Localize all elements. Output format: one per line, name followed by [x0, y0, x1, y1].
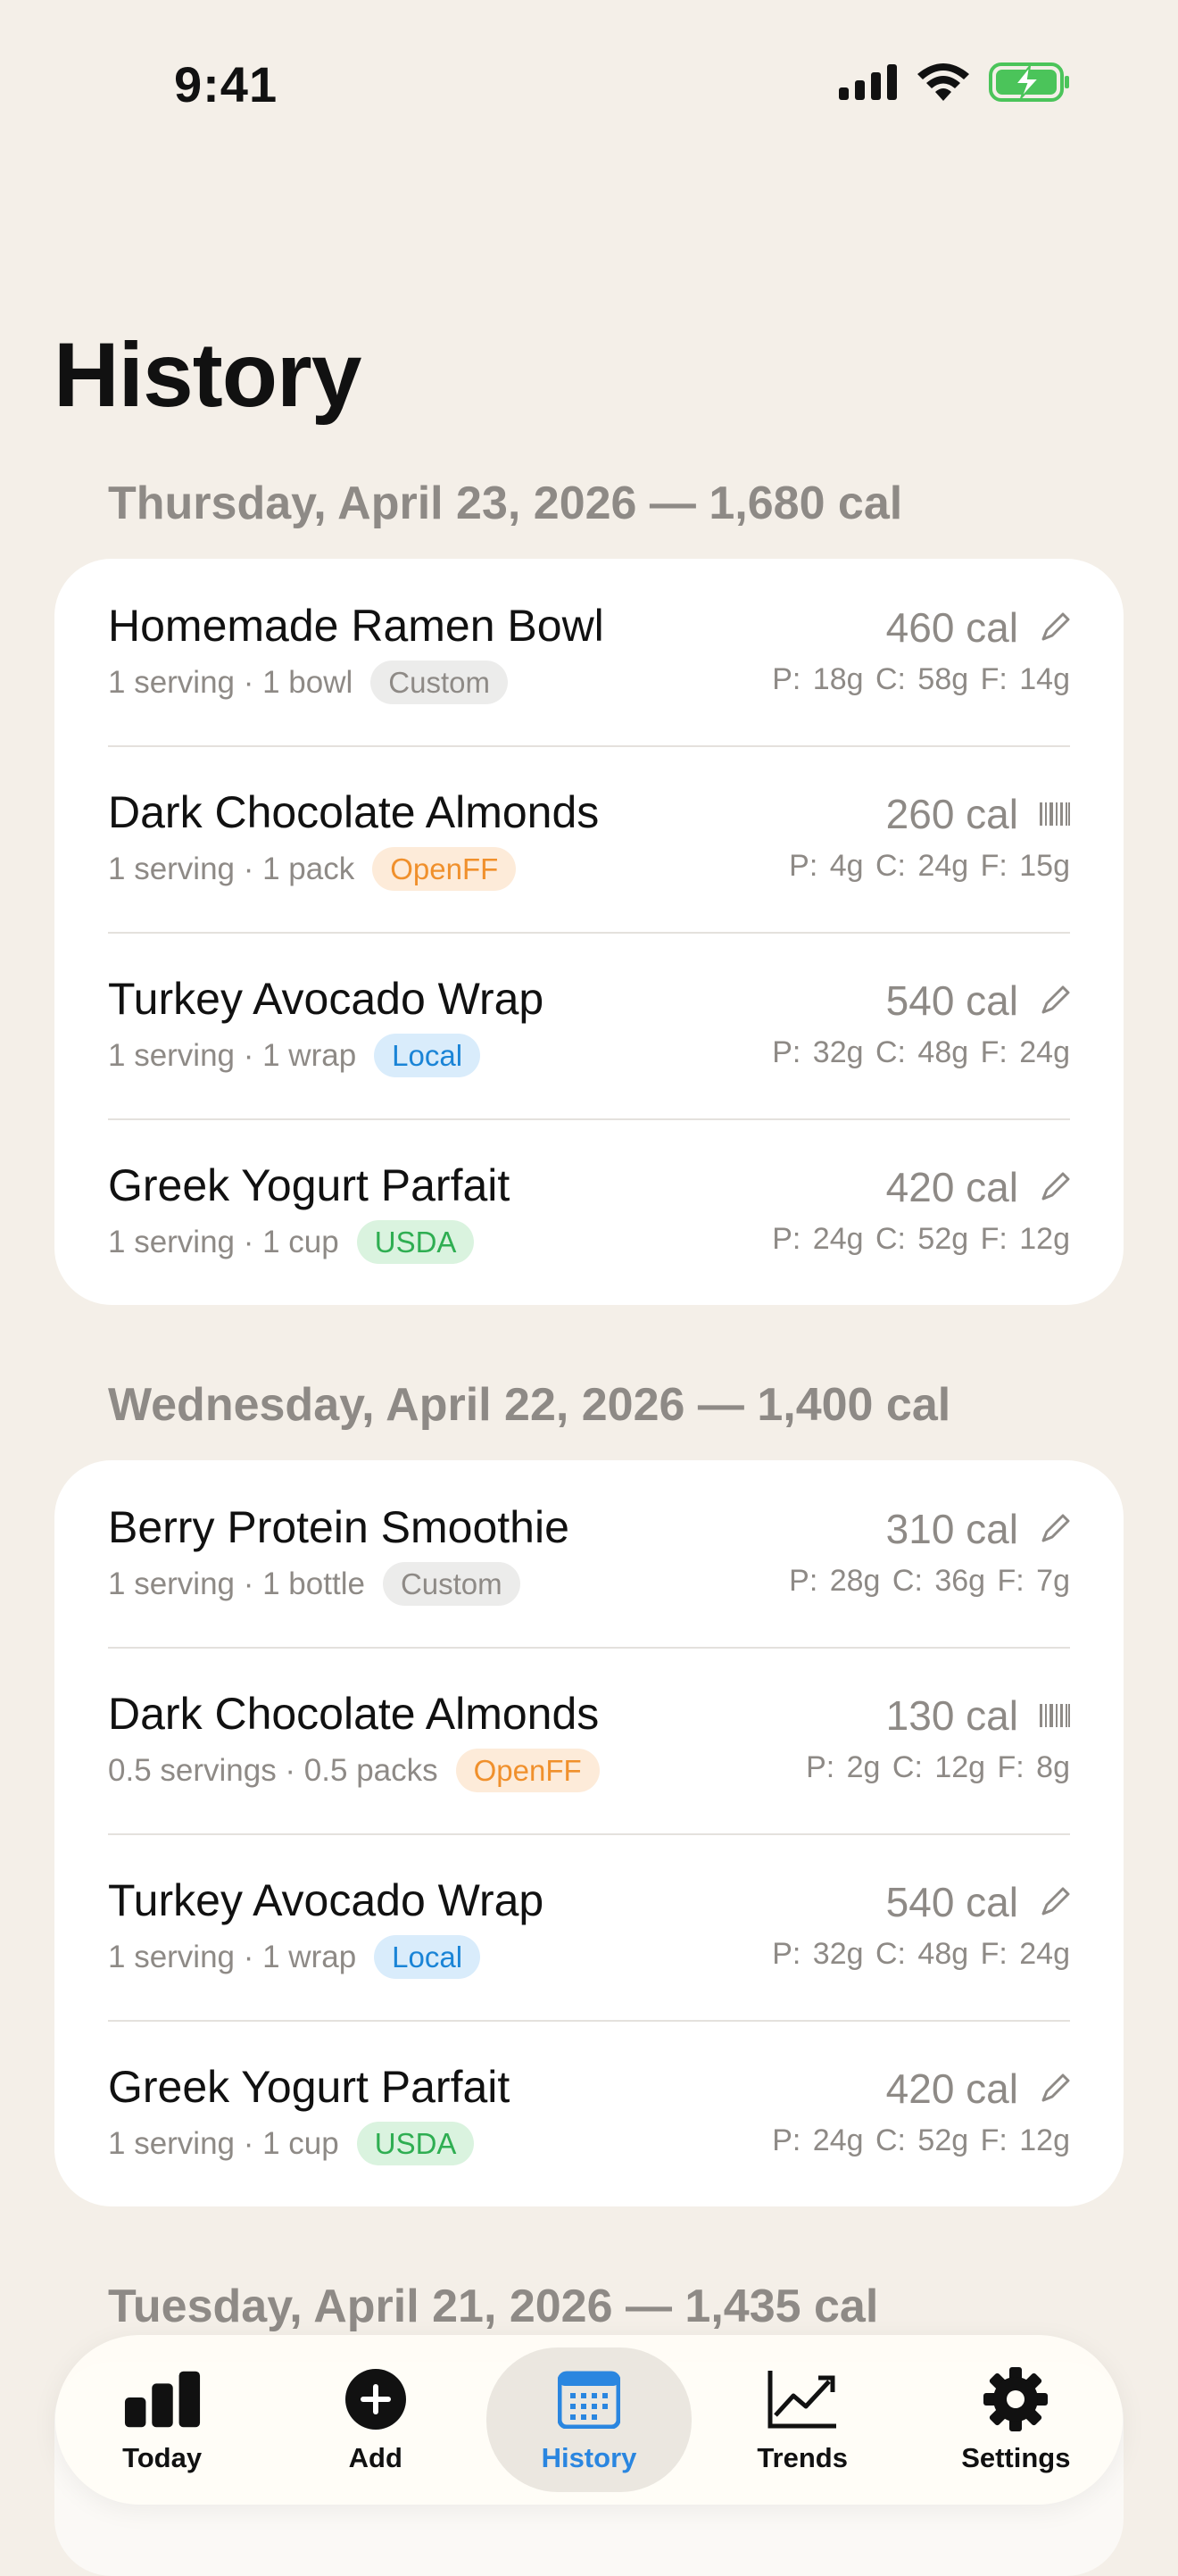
food-name: Greek Yogurt Parfait: [108, 2062, 510, 2112]
trend-line-icon: [763, 2365, 842, 2433]
source-badge: Local: [374, 1935, 481, 1979]
pencil-icon[interactable]: [1040, 1172, 1070, 1202]
status-time: 9:41: [174, 56, 278, 112]
status-icons: [839, 62, 1071, 102]
food-name: Greek Yogurt Parfait: [108, 1160, 510, 1210]
day-header: Wednesday, April 22, 2026 — 1,400 cal: [108, 1379, 951, 1431]
food-serving: 1 serving · 1 pack OpenFF: [108, 847, 517, 891]
food-entry-row[interactable]: Turkey Avocado Wrap 1 serving · 1 wrap L…: [54, 1833, 1124, 2020]
food-name: Turkey Avocado Wrap: [108, 1875, 544, 1925]
source-badge: Local: [374, 1034, 481, 1077]
food-entry-row[interactable]: Greek Yogurt Parfait 1 serving · 1 cup U…: [54, 1118, 1124, 1305]
tab-add[interactable]: Add: [273, 2347, 478, 2492]
food-entry-row[interactable]: Dark Chocolate Almonds 1 serving · 1 pac…: [54, 745, 1124, 932]
serving-text: 1 serving · 1 bottle: [108, 1566, 365, 1601]
calories: 420 cal: [885, 2065, 1018, 2112]
source-badge: Custom: [382, 1562, 520, 1606]
tab-label: Trends: [757, 2442, 848, 2473]
gear-icon: [976, 2365, 1055, 2433]
food-serving: 1 serving · 1 wrap Local: [108, 1034, 481, 1077]
cellular-signal-icon: [839, 64, 897, 100]
bar-chart-icon: [123, 2365, 202, 2433]
food-name: Dark Chocolate Almonds: [108, 1689, 600, 1739]
serving-text: 0.5 servings · 0.5 packs: [108, 1752, 438, 1788]
source-badge: Custom: [370, 661, 508, 704]
macros: P: 24g C: 52g F: 12g: [772, 1222, 1070, 1256]
pencil-icon[interactable]: [1040, 1514, 1070, 1544]
serving-text: 1 serving · 1 cup: [108, 1224, 339, 1259]
food-name: Dark Chocolate Almonds: [108, 787, 600, 837]
tab-label: Add: [348, 2442, 402, 2473]
food-entry-row[interactable]: Turkey Avocado Wrap 1 serving · 1 wrap L…: [54, 932, 1124, 1118]
plus-circle-icon: [336, 2365, 415, 2433]
macros: P: 32g C: 48g F: 24g: [772, 1937, 1070, 1971]
food-entry-row[interactable]: Dark Chocolate Almonds 0.5 servings · 0.…: [54, 1647, 1124, 1833]
food-serving: 0.5 servings · 0.5 packs OpenFF: [108, 1749, 600, 1792]
tab-label: Settings: [961, 2442, 1071, 2473]
serving-text: 1 serving · 1 pack: [108, 851, 355, 886]
tab-history[interactable]: History: [485, 2347, 692, 2492]
macros: P: 4g C: 24g F: 15g: [789, 849, 1070, 883]
serving-text: 1 serving · 1 bowl: [108, 664, 353, 700]
source-badge: OpenFF: [372, 847, 517, 891]
calories: 130 cal: [885, 1692, 1018, 1739]
food-serving: 1 serving · 1 cup USDA: [108, 1220, 475, 1264]
food-entry-row[interactable]: Berry Protein Smoothie 1 serving · 1 bot…: [54, 1460, 1124, 1647]
battery-charging-icon: [989, 62, 1069, 102]
food-name: Turkey Avocado Wrap: [108, 974, 544, 1024]
source-badge: USDA: [356, 1220, 475, 1264]
serving-text: 1 serving · 1 wrap: [108, 1939, 357, 1974]
calendar-icon: [550, 2365, 628, 2433]
food-entry-row[interactable]: Greek Yogurt Parfait 1 serving · 1 cup U…: [54, 2020, 1124, 2206]
food-name: Berry Protein Smoothie: [108, 1502, 569, 1552]
calories: 460 cal: [885, 604, 1018, 651]
day-header: Thursday, April 23, 2026 — 1,680 cal: [108, 478, 903, 529]
tab-trends[interactable]: Trends: [700, 2347, 905, 2492]
macros: P: 2g C: 12g F: 8g: [806, 1750, 1070, 1784]
barcode-icon: [1040, 1704, 1070, 1727]
day-card: Berry Protein Smoothie 1 serving · 1 bot…: [54, 1460, 1124, 2206]
calories: 260 cal: [885, 791, 1018, 837]
day-card: Homemade Ramen Bowl 1 serving · 1 bowl C…: [54, 559, 1124, 1305]
macros: P: 28g C: 36g F: 7g: [789, 1564, 1070, 1598]
macros: P: 24g C: 52g F: 12g: [772, 2123, 1070, 2157]
pencil-icon[interactable]: [1040, 985, 1070, 1016]
food-serving: 1 serving · 1 cup USDA: [108, 2122, 475, 2165]
wifi-icon: [917, 63, 969, 101]
food-serving: 1 serving · 1 bottle Custom: [108, 1562, 520, 1606]
macros: P: 32g C: 48g F: 24g: [772, 1035, 1070, 1069]
pencil-icon[interactable]: [1040, 1887, 1070, 1917]
calories: 540 cal: [885, 1879, 1018, 1925]
serving-text: 1 serving · 1 cup: [108, 2125, 339, 2161]
pencil-icon[interactable]: [1040, 2073, 1070, 2104]
source-badge: OpenFF: [455, 1749, 600, 1792]
food-entry-row[interactable]: Homemade Ramen Bowl 1 serving · 1 bowl C…: [54, 559, 1124, 745]
tab-settings[interactable]: Settings: [913, 2347, 1118, 2492]
day-header: Tuesday, April 21, 2026 — 1,435 cal: [108, 2281, 879, 2332]
macros: P: 18g C: 58g F: 14g: [772, 662, 1070, 696]
food-serving: 1 serving · 1 wrap Local: [108, 1935, 481, 1979]
calories: 540 cal: [885, 977, 1018, 1024]
tab-label: Today: [122, 2442, 203, 2473]
source-badge: USDA: [356, 2122, 475, 2165]
calories: 310 cal: [885, 1506, 1018, 1552]
tab-today[interactable]: Today: [60, 2347, 265, 2492]
tab-bar: Today Add History Trends Settings: [55, 2335, 1123, 2505]
tab-label: History: [541, 2442, 637, 2473]
serving-text: 1 serving · 1 wrap: [108, 1037, 357, 1073]
food-serving: 1 serving · 1 bowl Custom: [108, 661, 508, 704]
page-title: History: [54, 324, 361, 426]
barcode-icon: [1040, 802, 1070, 826]
calories: 420 cal: [885, 1164, 1018, 1210]
pencil-icon[interactable]: [1040, 612, 1070, 643]
food-name: Homemade Ramen Bowl: [108, 601, 604, 651]
